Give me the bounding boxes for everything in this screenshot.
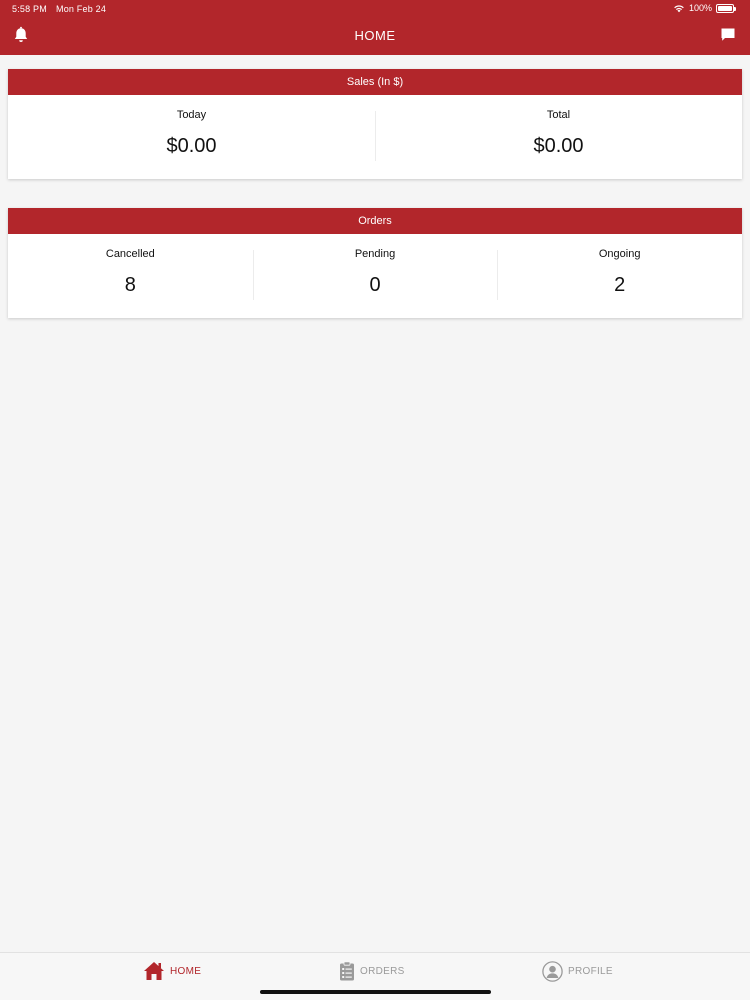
orders-pending-value: 0 [369,274,381,296]
tab-profile[interactable]: PROFILE [542,961,613,982]
sales-today: Today $0.00 [8,95,375,179]
page-title: HOME [354,28,396,43]
orders-ongoing-label: Ongoing [598,248,641,260]
status-time: 5:58 PM [12,4,47,14]
sales-card: Sales (In $) Today $0.00 Total $0.00 [8,69,742,179]
home-indicator [260,990,491,994]
orders-pending[interactable]: Pending 0 [252,234,498,318]
sales-total: Total $0.00 [375,95,742,179]
home-icon [144,962,164,980]
tab-orders-label: ORDERS [360,965,405,977]
sales-today-label: Today [176,109,207,121]
sales-total-value: $0.00 [533,135,584,157]
user-icon [542,961,563,982]
orders-ongoing-value: 2 [614,274,626,296]
status-bar: 5:58 PM Mon Feb 24 100% [0,0,750,18]
tab-orders[interactable]: ORDERS [339,961,405,981]
top-header: 5:58 PM Mon Feb 24 100% HOME [0,0,750,55]
wifi-icon [674,5,684,13]
app-screen: 5:58 PM Mon Feb 24 100% HOME Sales (In $… [0,0,750,1000]
orders-cancelled-value: 8 [124,274,136,296]
sales-card-title: Sales (In $) [8,69,742,95]
orders-cancelled-label: Cancelled [105,248,155,260]
battery-percent: 100% [688,3,712,13]
orders-ongoing[interactable]: Ongoing 2 [497,234,742,318]
tab-home-label: HOME [170,965,202,977]
clipboard-icon [340,961,354,981]
sales-total-label: Total [546,109,571,121]
orders-card-body: Cancelled 8 Pending 0 Ongoing 2 [8,234,742,318]
orders-card-title: Orders [8,208,742,234]
status-date: Mon Feb 24 [56,4,107,14]
sales-card-body: Today $0.00 Total $0.00 [8,95,742,179]
orders-pending-label: Pending [354,248,396,260]
orders-cancelled[interactable]: Cancelled 8 [8,234,253,318]
battery-icon [716,3,736,13]
orders-card: Orders Cancelled 8 Pending 0 Ongoing 2 [8,208,742,318]
tab-profile-label: PROFILE [568,966,613,977]
status-right: 100% [673,3,736,13]
tab-home[interactable]: HOME [143,961,201,981]
chat-icon[interactable] [720,27,736,43]
sales-today-value: $0.00 [166,135,217,157]
